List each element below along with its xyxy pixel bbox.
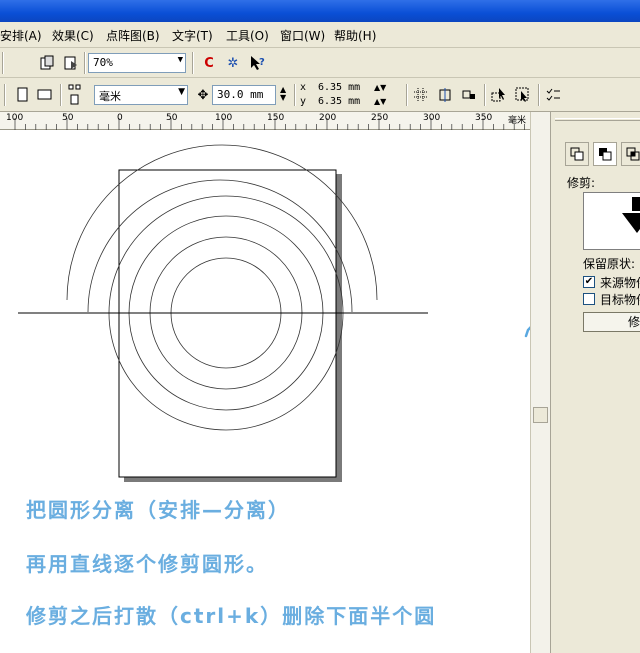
- horizontal-ruler[interactable]: 100 50 0 50 100 150 200 250 300 350 毫米: [0, 112, 530, 130]
- nudge-input[interactable]: 30.0 mm: [212, 85, 276, 105]
- ruler-tick-label: 100: [6, 113, 24, 123]
- source-object-checkbox[interactable]: ✔: [583, 276, 595, 288]
- edit-in-place-icon[interactable]: [512, 84, 534, 106]
- toolbar-separator: [484, 84, 486, 106]
- trim-apply-button[interactable]: 修剪: [583, 312, 640, 332]
- toolbar-separator: [60, 84, 62, 106]
- toolbar-separator: [2, 52, 4, 74]
- ruler-tick-label: 300: [423, 113, 441, 123]
- trim-label: 修剪:: [567, 176, 596, 190]
- vertical-scrollbar[interactable]: [530, 112, 550, 653]
- nudge-icon: ✥: [197, 87, 209, 103]
- weld-icon[interactable]: [565, 142, 589, 166]
- ruler-tick-label: 0: [117, 113, 123, 123]
- dup-y-axis-label: y: [300, 96, 307, 107]
- toolbar-separator: [538, 84, 540, 106]
- page-layout-icon[interactable]: [64, 82, 86, 108]
- zoom-value: 70%: [93, 56, 113, 69]
- dup-x-spinner[interactable]: ▲▼: [374, 84, 386, 92]
- dup-x-row: x 6.35 mm: [300, 82, 370, 95]
- target-object-checkbox[interactable]: [583, 293, 595, 305]
- trim-preview: [583, 192, 640, 250]
- portrait-icon[interactable]: [12, 84, 34, 106]
- keep-original-label: 保留原状:: [583, 257, 636, 271]
- units-combo[interactable]: 毫米 ▼: [94, 85, 188, 105]
- nudge-spinner[interactable]: ▲ ▼: [280, 86, 286, 102]
- menu-text[interactable]: 文字(T): [172, 27, 213, 44]
- ruler-ticks: [14, 118, 525, 130]
- instruction-line-2: 再用直线逐个修剪圆形。: [26, 552, 268, 576]
- instruction-line-3: 修剪之后打散（ctrl+k）删除下面半个圆: [26, 604, 437, 628]
- export-icon[interactable]: [36, 52, 58, 74]
- menu-bar: 安排(A) 效果(C) 点阵图(B) 文字(T) 工具(O) 窗口(W) 帮助(…: [0, 22, 640, 48]
- guidelines-icon[interactable]: [434, 84, 456, 106]
- menu-effects[interactable]: 效果(C): [52, 27, 94, 44]
- docker-grip[interactable]: [555, 118, 640, 121]
- corel-app-icon[interactable]: C: [198, 52, 220, 74]
- units-value: 毫米: [99, 90, 121, 103]
- nudge-value: 30.0 mm: [217, 88, 264, 101]
- menu-window[interactable]: 窗口(W): [280, 27, 325, 44]
- menu-bitmaps[interactable]: 点阵图(B): [106, 27, 160, 44]
- treat-as-filled-icon[interactable]: [488, 84, 510, 106]
- corel-graphics-icon[interactable]: ✲: [222, 52, 244, 74]
- dup-x-value: 6.35 mm: [318, 82, 361, 93]
- options-icon[interactable]: [542, 84, 564, 106]
- instruction-line-1: 把圆形分离（安排—分离）: [26, 498, 290, 522]
- toolbar-separator: [294, 84, 296, 106]
- whats-this-help-icon[interactable]: ?: [246, 52, 268, 74]
- zoom-combo[interactable]: 70% ▼: [88, 53, 186, 73]
- import-icon[interactable]: [60, 52, 82, 74]
- standard-toolbar: 70% ▼ C ✲ ?: [0, 48, 640, 78]
- dup-y-spinner[interactable]: ▲▼: [374, 98, 386, 106]
- grid-icon[interactable]: [410, 84, 432, 106]
- chevron-down-icon[interactable]: ▼: [178, 87, 185, 97]
- ruler-tick-label: 150: [267, 113, 285, 123]
- landscape-icon[interactable]: [34, 84, 56, 106]
- target-object-label: 目标物件: [600, 293, 640, 307]
- shaping-docker: 修剪: 保留原状: ✔ 来源物件 目标物件 修剪: [550, 112, 640, 653]
- ruler-tick-label: 100: [215, 113, 233, 123]
- scrollbar-thumb[interactable]: [533, 407, 548, 423]
- ruler-tick-label: 50: [62, 113, 74, 123]
- toolbar-separator: [4, 84, 6, 106]
- ruler-tick-label: 50: [166, 113, 178, 123]
- toolbar-separator: [192, 52, 194, 74]
- dup-y-row: y 6.35 mm: [300, 96, 370, 109]
- dup-x-axis-label: x: [300, 82, 307, 93]
- toolbar-separator: [406, 84, 408, 106]
- svg-text:?: ?: [259, 57, 265, 68]
- menu-tools[interactable]: 工具(O): [226, 27, 269, 44]
- intersect-icon[interactable]: [621, 142, 640, 166]
- title-bar: [0, 0, 640, 22]
- dup-y-value: 6.35 mm: [318, 96, 361, 107]
- ruler-unit-label: 毫米: [508, 116, 527, 126]
- ruler-tick-label: 250: [371, 113, 389, 123]
- source-object-label: 来源物件: [600, 276, 640, 290]
- property-bar: 毫米 ▼ ✥ 30.0 mm ▲ ▼ x 6.35 mm y 6.35 mm ▲▼…: [0, 78, 640, 112]
- menu-arrange[interactable]: 安排(A): [0, 27, 42, 44]
- chevron-down-icon[interactable]: ▼: [178, 55, 183, 65]
- trim-icon[interactable]: [593, 142, 617, 166]
- toolbar-separator: [84, 52, 86, 74]
- snap-objects-icon[interactable]: [458, 84, 480, 106]
- drawing-canvas[interactable]: 把圆形分离（安排—分离） 再用直线逐个修剪圆形。 修剪之后打散（ctrl+k）删…: [0, 130, 570, 653]
- ruler-tick-label: 200: [319, 113, 337, 123]
- menu-help[interactable]: 帮助(H): [334, 27, 376, 44]
- ruler-tick-label: 350: [475, 113, 493, 123]
